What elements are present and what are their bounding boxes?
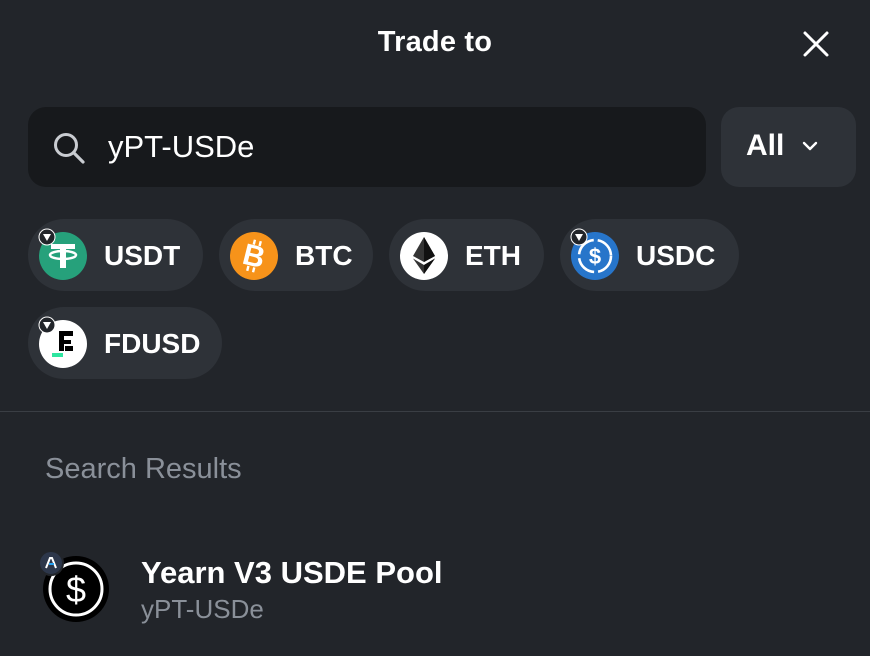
quick-token-eth[interactable]: ETH bbox=[389, 219, 544, 291]
bitcoin-icon: B bbox=[230, 232, 278, 280]
chip-label: ETH bbox=[465, 240, 521, 271]
chip-label: USDC bbox=[636, 240, 716, 271]
modal-header: Trade to bbox=[0, 0, 870, 88]
chain-badge-icon bbox=[38, 228, 56, 246]
result-token-symbol: yPT-USDe bbox=[141, 594, 264, 624]
quick-token-usdc[interactable]: $ USDC bbox=[560, 219, 739, 291]
chip-label: FDUSD bbox=[104, 328, 201, 359]
quick-token-usdt[interactable]: USDT bbox=[28, 219, 203, 291]
search-result-item[interactable]: $ Yearn V3 USDE Pool yPT-USDe bbox=[0, 530, 870, 640]
search-field[interactable] bbox=[28, 107, 706, 187]
search-results-heading: Search Results bbox=[45, 453, 242, 485]
search-input[interactable] bbox=[108, 125, 668, 169]
chain-badge-icon bbox=[38, 316, 56, 334]
section-divider bbox=[0, 411, 870, 412]
filter-label: All bbox=[746, 129, 785, 162]
chevron-down-icon bbox=[802, 141, 818, 151]
result-token-name: Yearn V3 USDE Pool bbox=[141, 555, 443, 590]
chip-label: BTC bbox=[295, 240, 353, 271]
network-filter-dropdown[interactable]: All bbox=[721, 107, 856, 187]
svg-text:$: $ bbox=[66, 569, 86, 610]
arbitrum-icon bbox=[38, 550, 64, 576]
close-icon bbox=[803, 31, 829, 57]
ethereum-icon bbox=[400, 232, 448, 280]
close-button[interactable] bbox=[798, 26, 834, 62]
modal-title: Trade to bbox=[377, 26, 493, 58]
quick-token-btc[interactable]: B BTC bbox=[219, 219, 373, 291]
chain-badge-icon bbox=[570, 228, 588, 246]
svg-text:$: $ bbox=[589, 244, 601, 269]
search-icon bbox=[54, 133, 85, 164]
chip-label: USDT bbox=[104, 240, 181, 271]
quick-token-fdusd[interactable]: FDUSD bbox=[28, 307, 222, 379]
usde-icon: $ bbox=[38, 550, 109, 622]
